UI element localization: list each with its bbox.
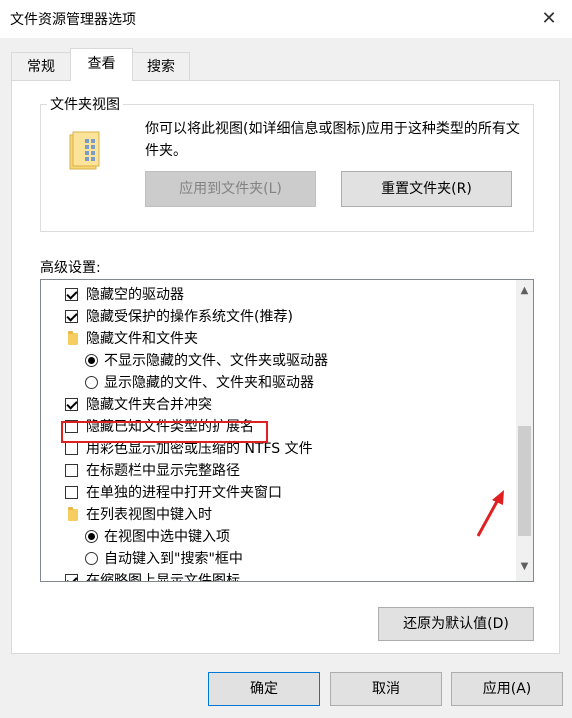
checkbox[interactable] [65,486,78,499]
ok-label: 确定 [250,681,278,697]
checkbox[interactable] [65,442,78,455]
list-item-label: 隐藏受保护的操作系统文件(推荐) [86,309,293,325]
tab-general[interactable]: 常规 [11,52,71,80]
list-item-label: 隐藏文件和文件夹 [86,331,198,347]
list-item-label: 显示隐藏的文件、文件夹和驱动器 [104,375,314,391]
tab-view[interactable]: 查看 [70,48,133,81]
radio-button[interactable] [85,376,98,389]
checkbox[interactable] [65,310,78,323]
folder-views-title: 文件夹视图 [47,94,123,114]
list-item-label: 在缩略图上显示文件图标 [86,573,240,582]
scrollbar-thumb[interactable] [518,426,531,536]
cancel-button[interactable]: 取消 [330,672,442,706]
restore-defaults-label: 还原为默认值(D) [403,616,509,632]
advanced-settings-list[interactable]: 隐藏空的驱动器 隐藏受保护的操作系统文件(推荐) 隐藏文件和文件夹 不显示隐藏的… [40,279,534,582]
folder-icon [68,507,78,521]
tab-search[interactable]: 搜索 [132,52,190,80]
list-item[interactable]: 隐藏文件夹合并冲突 [41,394,511,416]
annotation-arrow-icon [476,490,504,537]
tab-general-label: 常规 [27,59,55,75]
list-item[interactable]: 在单独的进程中打开文件夹窗口 [41,482,511,504]
chevron-down-icon[interactable]: ▼ [516,558,533,575]
tab-view-label: 查看 [87,56,116,72]
list-item-label: 在单独的进程中打开文件夹窗口 [86,485,282,501]
list-item[interactable]: 自动键入到"搜索"框中 [41,548,511,570]
list-item-label: 在视图中选中键入项 [104,529,230,545]
checkbox[interactable] [65,574,78,581]
list-item-label: 自动键入到"搜索"框中 [104,551,243,567]
title-bar: 文件资源管理器选项 ✕ [0,0,572,38]
cancel-label: 取消 [372,681,400,697]
folder-views-description: 你可以将此视图(如详细信息或图标)应用于这种类型的所有文件夹。 [145,121,520,159]
checkbox[interactable] [65,464,78,477]
advanced-settings-label: 高级设置: [40,260,101,276]
list-item[interactable]: 在缩略图上显示文件图标 [41,570,511,582]
list-item[interactable]: 隐藏受保护的操作系统文件(推荐) [41,306,511,328]
ok-button[interactable]: 确定 [208,672,320,706]
radio-button[interactable] [85,530,98,543]
radio-button[interactable] [85,354,98,367]
list-item-label: 在列表视图中键入时 [86,507,212,523]
folder-icon [68,331,78,345]
apply-to-folders-label: 应用到文件夹(L) [179,181,282,197]
chevron-up-icon[interactable]: ▲ [516,282,533,299]
apply-button[interactable]: 应用(A) [451,672,563,706]
checkbox[interactable] [65,288,78,301]
list-item: 在列表视图中键入时 [41,504,511,526]
reset-folders-label: 重置文件夹(R) [381,181,472,197]
list-item-label: 不显示隐藏的文件、文件夹或驱动器 [104,353,328,369]
apply-to-folders-button[interactable]: 应用到文件夹(L) [145,171,316,207]
checkbox[interactable] [65,398,78,411]
list-item[interactable]: 不显示隐藏的文件、文件夹或驱动器 [41,350,511,372]
restore-defaults-button[interactable]: 还原为默认值(D) [378,607,534,641]
apply-label: 应用(A) [482,681,532,697]
folder-icon [69,131,100,170]
close-icon[interactable]: ✕ [534,4,564,34]
folder-views-group: 文件夹视图 你可以将此视图(如详细信息或图标)应用于这种类型的所有文件夹。 应用… [40,94,534,232]
list-item[interactable]: 隐藏空的驱动器 [41,284,511,306]
reset-folders-button[interactable]: 重置文件夹(R) [341,171,512,207]
view-tab-panel: 文件夹视图 你可以将此视图(如详细信息或图标)应用于这种类型的所有文件夹。 应用… [11,80,560,654]
list-item-label: 在标题栏中显示完整路径 [86,463,240,479]
list-item-label: 隐藏空的驱动器 [86,287,184,303]
list-item[interactable]: 在视图中选中键入项 [41,526,511,548]
list-item[interactable]: 在标题栏中显示完整路径 [41,460,511,482]
list-item[interactable]: 显示隐藏的文件、文件夹和驱动器 [41,372,511,394]
tab-search-label: 搜索 [147,59,175,75]
list-item: 隐藏文件和文件夹 [41,328,511,350]
list-item-label: 隐藏文件夹合并冲突 [86,397,212,413]
radio-button[interactable] [85,552,98,565]
window-title: 文件资源管理器选项 [10,12,136,28]
list-scrollbar[interactable]: ▲ ▼ [516,280,533,581]
highlight-box [61,421,268,443]
